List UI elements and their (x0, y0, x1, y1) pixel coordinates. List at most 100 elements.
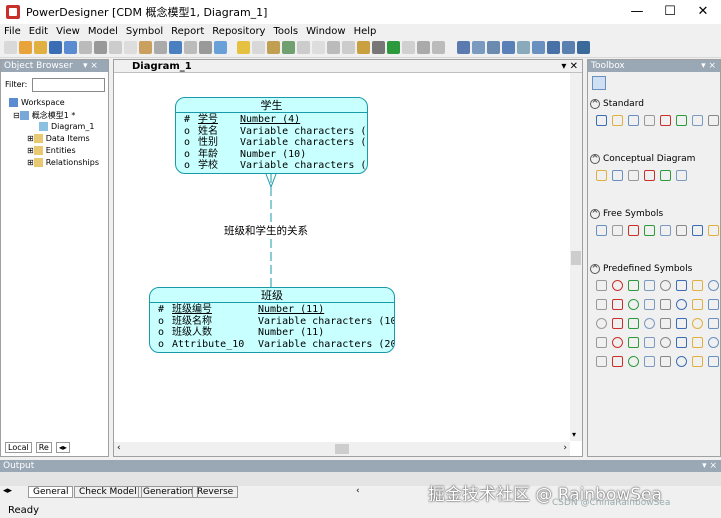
expand-icon[interactable]: ⊞ (27, 146, 34, 155)
entity-class[interactable]: 班级 # 班级编号 Number (11) o 班级名称 Variable charact… (149, 287, 395, 353)
scroll-thumb[interactable] (335, 444, 349, 454)
menu-help[interactable]: Help (354, 26, 377, 37)
symbol-25-tool-icon[interactable] (596, 337, 607, 348)
minimize-button[interactable]: — (620, 0, 654, 24)
symbol-32-tool-icon[interactable] (708, 337, 719, 348)
zoom-icon[interactable] (402, 41, 415, 54)
menu-window[interactable]: Window (306, 26, 345, 37)
menu-report[interactable]: Report (171, 26, 204, 37)
menu-view[interactable]: View (56, 26, 80, 37)
entity-attribute[interactable]: o 姓名 Variable characters (50 (176, 126, 367, 138)
cut-icon[interactable] (109, 41, 122, 54)
panel-pin-icon[interactable]: ▾ ⨯ (702, 460, 717, 472)
symbol-5-tool-icon[interactable] (660, 280, 671, 291)
tree-diagram[interactable]: Diagram_1 (39, 122, 94, 131)
menu-repository[interactable]: Repository (212, 26, 265, 37)
title-tool-icon[interactable] (596, 225, 607, 236)
list-icon[interactable] (312, 41, 325, 54)
rectangle-tool-icon[interactable] (660, 225, 671, 236)
entity-attribute[interactable]: o 年龄 Number (10) (176, 149, 367, 161)
tree-data-items[interactable]: ⊞ Data Items (27, 134, 90, 143)
panel-pin-icon[interactable]: ▾ ⨯ (701, 60, 716, 72)
new-icon[interactable] (4, 41, 17, 54)
arc-tool-icon[interactable] (644, 225, 655, 236)
symbol-26-tool-icon[interactable] (612, 337, 623, 348)
tab-generation[interactable]: Generation (138, 486, 199, 498)
scroll-left-icon[interactable]: ‹ (356, 486, 360, 496)
section-free-symbols[interactable]: ^ Free Symbols (590, 208, 663, 221)
find-icon[interactable] (297, 41, 310, 54)
ellipse-tool-icon[interactable] (676, 225, 687, 236)
redo-icon[interactable] (184, 41, 197, 54)
browser-toggle-icon[interactable] (562, 41, 575, 54)
panel-icon[interactable] (502, 41, 515, 54)
symbol-29-tool-icon[interactable] (660, 337, 671, 348)
zoom-in-tool-icon[interactable] (628, 115, 639, 126)
section-standard[interactable]: ^ Standard (590, 98, 644, 111)
layout-icon[interactable] (457, 41, 470, 54)
print-preview-icon[interactable] (79, 41, 92, 54)
save-all-icon[interactable] (64, 41, 77, 54)
symbol-11-tool-icon[interactable] (628, 299, 639, 310)
symbol-10-tool-icon[interactable] (612, 299, 623, 310)
menu-symbol[interactable]: Symbol (126, 26, 163, 37)
symbol-12-tool-icon[interactable] (644, 299, 655, 310)
symbol-34-tool-icon[interactable] (612, 356, 623, 367)
symbol-22-tool-icon[interactable] (676, 318, 687, 329)
zoom-fit-tool-icon[interactable] (660, 115, 671, 126)
tab-scroll-arrows[interactable]: ◂▸ (55, 442, 70, 453)
symbol-38-tool-icon[interactable] (676, 356, 687, 367)
relationship-tool-icon[interactable] (660, 170, 671, 181)
scroll-thumb[interactable] (571, 251, 581, 265)
symbol-24-tool-icon[interactable] (708, 318, 719, 329)
expand-icon[interactable]: ⊞ (27, 158, 34, 167)
arrow-icon[interactable] (432, 41, 445, 54)
align-icon[interactable] (472, 41, 485, 54)
tab-repository[interactable]: Re (35, 442, 52, 453)
window-icon[interactable] (517, 41, 530, 54)
tree-workspace[interactable]: Workspace (9, 98, 65, 107)
impact-icon[interactable] (282, 41, 295, 54)
freeform-tool-icon[interactable] (708, 225, 719, 236)
zoom-out-tool-icon[interactable] (644, 115, 655, 126)
menu-file[interactable]: File (4, 26, 21, 37)
section-conceptual-diagram[interactable]: ^ Conceptual Diagram (590, 153, 695, 166)
paste-icon[interactable] (139, 41, 152, 54)
symbol-39-tool-icon[interactable] (692, 356, 703, 367)
browse-icon[interactable] (342, 41, 355, 54)
vertical-scrollbar[interactable]: ▾ (570, 73, 582, 441)
tab-local[interactable]: Local (5, 442, 32, 453)
symbol-23-tool-icon[interactable] (692, 318, 703, 329)
tab-diagram-1[interactable]: Diagram_1 (132, 60, 192, 73)
entity-attribute[interactable]: o 班级人数 Number (11) (150, 327, 394, 339)
link-icon[interactable] (372, 41, 385, 54)
list-view-icon[interactable] (610, 76, 624, 90)
symbol-21-tool-icon[interactable] (660, 318, 671, 329)
properties-icon[interactable] (199, 41, 212, 54)
symbol-3-tool-icon[interactable] (628, 280, 639, 291)
entity-tool-icon[interactable] (596, 170, 607, 181)
line-tool-icon[interactable] (628, 225, 639, 236)
tab-reverse[interactable]: Reverse (192, 486, 239, 498)
entity-attribute[interactable]: o Attribute_10 Variable characters (2000 (150, 339, 394, 351)
diagram-close-icon[interactable]: ▾ ✕ (561, 60, 578, 73)
association-link-tool-icon[interactable] (676, 170, 687, 181)
entity-attribute[interactable]: o 性别 Variable characters (10 (176, 137, 367, 149)
section-predefined-symbols[interactable]: ^ Predefined Symbols (590, 263, 692, 276)
text-tool-icon[interactable] (612, 225, 623, 236)
connect-icon[interactable] (417, 41, 430, 54)
menu-model[interactable]: Model (88, 26, 118, 37)
symbol-4-tool-icon[interactable] (644, 280, 655, 291)
symbol-16-tool-icon[interactable] (708, 299, 719, 310)
entity-attribute[interactable]: o 学校 Variable characters (50 (176, 160, 367, 172)
pointer-tool-icon[interactable] (596, 115, 607, 126)
open-icon[interactable] (19, 41, 32, 54)
polyline-tool-icon[interactable] (692, 225, 703, 236)
symbol-28-tool-icon[interactable] (644, 337, 655, 348)
tab-general[interactable]: General (28, 486, 74, 498)
symbol-27-tool-icon[interactable] (628, 337, 639, 348)
grid-view-icon[interactable] (592, 76, 606, 90)
check-icon[interactable] (214, 41, 227, 54)
association-tool-icon[interactable] (628, 170, 639, 181)
symbol-40-tool-icon[interactable] (708, 356, 719, 367)
